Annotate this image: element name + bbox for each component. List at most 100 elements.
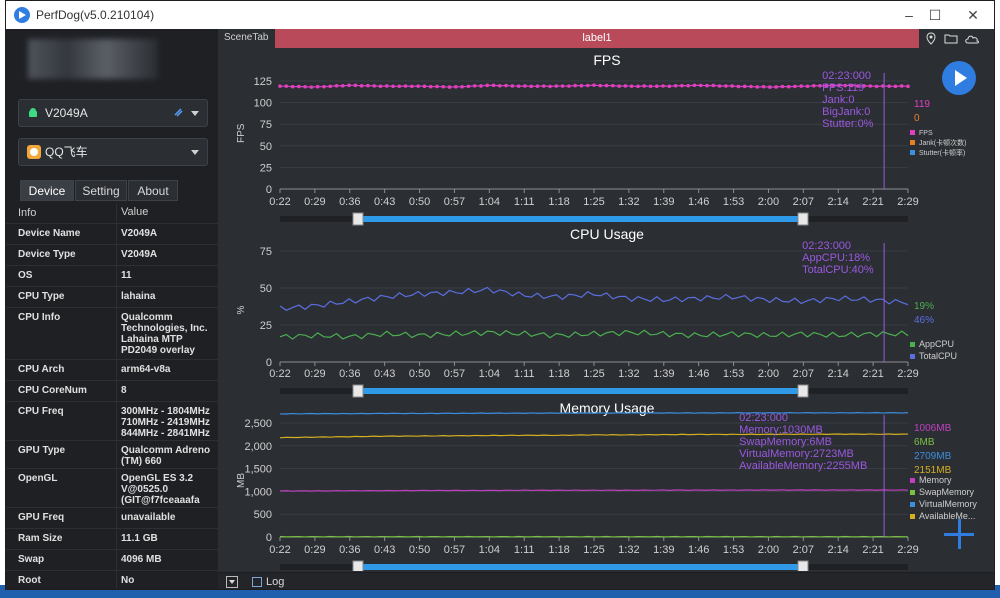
scene-label-bar[interactable]: label1 — [275, 29, 919, 48]
fps-point — [793, 84, 797, 89]
range-handle-right[interactable] — [797, 212, 809, 226]
row-key: CPU CoreNum — [18, 385, 87, 396]
legend-swatch — [910, 342, 915, 347]
x-tick-label: 1:53 — [723, 544, 744, 556]
fps-point — [598, 83, 603, 88]
tab-device[interactable]: Device — [20, 180, 74, 201]
app-select[interactable]: QQ飞车 — [18, 138, 208, 166]
fps-point — [347, 83, 351, 88]
row-value: Qualcomm Adreno (TM) 660 — [121, 445, 211, 467]
device-select[interactable]: V2049A — [18, 99, 208, 127]
fps-point — [315, 84, 320, 89]
range-handle-left[interactable] — [352, 212, 364, 226]
tab-setting[interactable]: Setting — [75, 180, 127, 201]
fps-point — [359, 84, 364, 88]
location-icon[interactable] — [924, 32, 938, 45]
y-tick-label: 125 — [254, 76, 272, 88]
fps-point — [692, 83, 697, 88]
row-value: Qualcomm Technologies, Inc. Lahaina MTP … — [121, 312, 208, 356]
memory-chart: Memory UsageMB05001,0001,5002,0002,5000:… — [236, 401, 977, 571]
y-tick-label: 50 — [260, 141, 272, 153]
range-fill — [358, 564, 803, 570]
log-checkbox[interactable] — [252, 577, 262, 587]
link-icon[interactable] — [173, 107, 185, 119]
close-icon[interactable]: ✕ — [958, 5, 988, 25]
cloud-icon[interactable] — [964, 32, 980, 45]
current-value: 1006MB — [914, 423, 952, 434]
fps-point — [611, 83, 615, 88]
fps-point — [416, 84, 420, 88]
fps-point — [403, 84, 408, 88]
range-handle-right[interactable] — [797, 560, 809, 571]
row-value: arm64-v8a — [121, 364, 171, 375]
fps-point — [460, 85, 464, 89]
x-tick-label: 2:21 — [862, 196, 883, 208]
row-value: 4096 MB — [121, 554, 162, 565]
series-line-totalcpu — [279, 286, 909, 311]
fps-point — [378, 84, 383, 89]
fps-point — [730, 84, 734, 88]
fps-point — [516, 84, 521, 88]
fps-point — [479, 84, 483, 88]
fps-point — [548, 84, 552, 89]
row-key: GPU Type — [18, 445, 66, 456]
fps-point — [322, 84, 326, 89]
range-handle-right[interactable] — [797, 384, 809, 398]
perfdog-logo-icon — [14, 7, 30, 23]
cpu-chart: CPU Usage%02550750:22 0:29 0:36 0:43 0:50 0:5… — [236, 227, 957, 398]
play-button[interactable] — [942, 61, 976, 95]
range-handle-left[interactable] — [352, 560, 364, 571]
row-key: OS — [18, 270, 33, 281]
x-tick-label: 1:04 — [479, 544, 500, 556]
fps-point — [667, 84, 672, 89]
fps-point — [485, 83, 490, 88]
y-tick-label: 25 — [260, 162, 272, 174]
fps-point — [554, 84, 559, 88]
x-tick-label: 0:36 — [339, 196, 360, 208]
fps-point — [290, 84, 295, 89]
folder-icon[interactable] — [944, 32, 958, 45]
y-tick-label: 50 — [260, 283, 272, 295]
legend-label: TotalCPU — [919, 351, 957, 361]
row-key: CPU Freq — [18, 406, 64, 417]
row-key: OpenGL — [18, 473, 58, 484]
fps-point — [472, 84, 477, 88]
fps-point — [887, 84, 891, 88]
fps-point — [567, 84, 571, 88]
tooltip-line: TotalCPU:40% — [802, 264, 874, 276]
scene-bar: SceneTab label1 — [218, 29, 994, 48]
x-tick-label: 1:11 — [514, 368, 535, 380]
scene-tab-label[interactable]: SceneTab — [224, 32, 268, 43]
range-handle-left[interactable] — [352, 384, 364, 398]
fps-point — [686, 83, 690, 88]
row-value: 11 — [121, 270, 132, 281]
y-tick-label: 0 — [266, 532, 272, 544]
x-tick-label: 1:18 — [548, 196, 569, 208]
fps-point — [604, 83, 609, 88]
maximize-icon[interactable]: ☐ — [920, 5, 950, 25]
fps-point — [655, 84, 659, 89]
fps-point — [353, 83, 358, 88]
main-panel: SceneTab label1 FPS FPS 0 25 50 75 100 125 0:22 0… — [218, 29, 994, 589]
perfdog-window: PerfDog(v5.0.210104) – ☐ ✕ V2049A QQ飞车 D… — [5, 0, 995, 590]
fps-point — [278, 84, 282, 88]
fps-point — [868, 84, 873, 88]
table-row: Swap 4096 MB — [6, 550, 218, 571]
y-tick-label: 25 — [260, 320, 272, 332]
fps-point — [541, 84, 546, 88]
fps-point — [384, 84, 389, 88]
android-icon — [29, 108, 37, 117]
x-tick-label: 1:18 — [548, 368, 569, 380]
fps-point — [623, 84, 628, 88]
fps-point — [535, 84, 540, 88]
x-tick-label: 1:25 — [583, 544, 604, 556]
expand-dropdown-icon[interactable] — [226, 576, 238, 588]
legend-swatch — [910, 150, 915, 155]
row-value: OpenGL ES 3.2 V@0525.0 (GIT@f7fceaaafa — [121, 473, 200, 506]
tab-about[interactable]: About — [128, 180, 178, 201]
tooltip-line: 02:23:000 — [822, 70, 871, 82]
tooltip-line: BigJank:0 — [822, 106, 870, 118]
y-tick-label: 1,500 — [244, 464, 272, 476]
fps-point — [510, 84, 515, 88]
add-icon[interactable] — [944, 519, 974, 549]
